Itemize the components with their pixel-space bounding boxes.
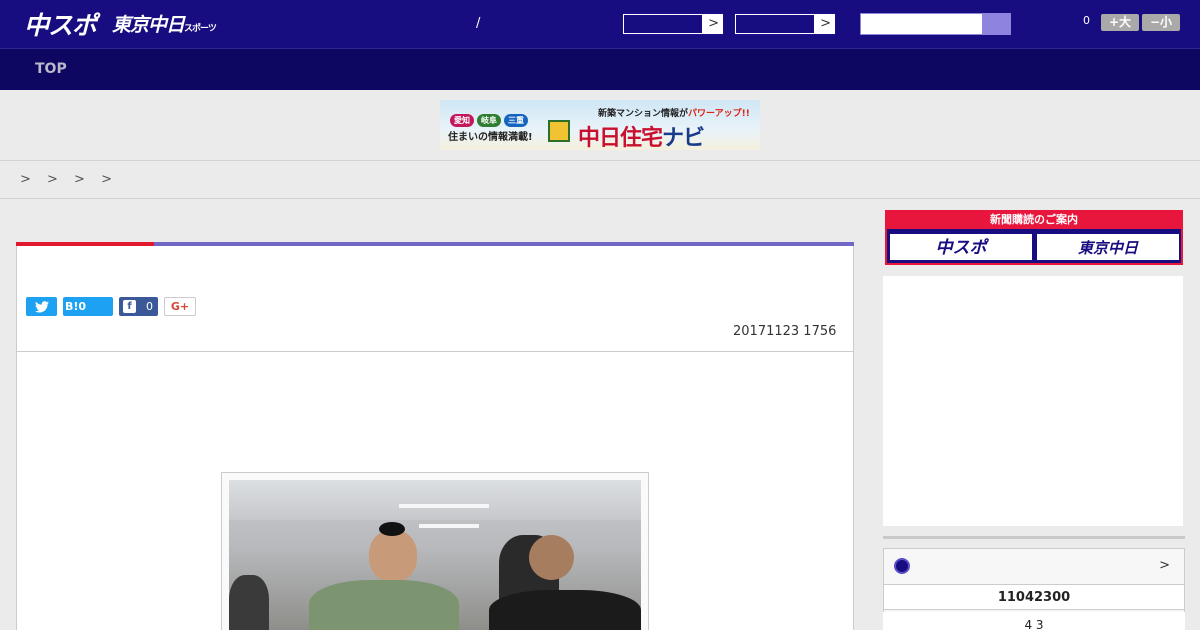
subscribe-tokyo-chunichi-button[interactable]: 東京中日 <box>1036 233 1180 261</box>
chevron-right-icon: > <box>820 16 831 31</box>
search-input[interactable] <box>860 13 1011 35</box>
article-count: 0 <box>1083 14 1090 27</box>
widget-score-row: 4 3 <box>883 612 1185 630</box>
photo-photographer-head <box>529 535 574 580</box>
category-select-1[interactable]: > <box>622 13 724 35</box>
banner-headline-emph: パワーアップ!! <box>688 109 750 119</box>
banner-brand: 中日住宅ナビ <box>578 120 705 150</box>
divider <box>883 536 1185 539</box>
chevron-right-icon: > <box>708 16 719 31</box>
banner-region-pills: 愛知 岐阜 三重 <box>450 108 531 127</box>
divider <box>16 351 854 352</box>
hatena-bookmark-button[interactable]: B!0 <box>63 297 113 316</box>
banner-tagline: 住まいの情報満載! <box>448 132 533 143</box>
photo-ceiling <box>229 480 641 520</box>
sidebar-ad-slot[interactable] <box>883 276 1183 526</box>
google-plus-share-button[interactable]: G+ <box>164 297 196 316</box>
baseball-icon <box>894 558 910 574</box>
category-select-2-field <box>735 14 815 34</box>
divider <box>0 160 1200 161</box>
photo-photographer-body <box>489 590 641 630</box>
divider <box>0 198 1200 199</box>
facebook-share-button[interactable]: f 0 <box>119 297 158 316</box>
subscribe-chuspo-button[interactable]: 中スポ <box>889 233 1033 261</box>
chuspo-logo[interactable]: 中スポ <box>24 6 97 42</box>
banner-brand-main: 中日住宅 <box>578 126 663 150</box>
article-top-bar-accent <box>16 242 154 246</box>
main-nav: TOP <box>0 48 1200 90</box>
banner-pill-aichi: 愛知 <box>450 114 474 127</box>
photo-wrestler-kimono <box>309 580 459 630</box>
tokyo-chunichi-logo-small: スポーツ <box>184 24 217 34</box>
header-separator: / <box>476 16 481 31</box>
photo-ceiling-light <box>399 504 489 508</box>
search-button[interactable] <box>982 14 1010 34</box>
house-icon <box>548 120 570 142</box>
article-date: 20171123 1756 <box>733 324 837 339</box>
article-top-bar <box>16 242 854 246</box>
widget-date-row: 11042300 <box>883 584 1185 610</box>
tokyo-chunichi-logo-text: 東京中日 <box>112 14 185 36</box>
banner-pill-mie: 三重 <box>504 114 528 127</box>
banner-headline: 新築マンション情報がパワーアップ!! <box>598 106 750 119</box>
nav-item-top[interactable]: TOP <box>35 61 67 77</box>
category-select-1-field <box>623 14 703 34</box>
facebook-icon: f <box>123 300 136 313</box>
banner-headline-prefix: 新築マンション情報が <box>598 109 689 119</box>
banner-brand-sub: ナビ <box>662 126 705 150</box>
facebook-share-count: 0 <box>146 300 153 313</box>
housing-navi-banner[interactable]: 愛知 岐阜 三重 住まいの情報満載! 新築マンション情報がパワーアップ!! 中日住宅… <box>440 100 760 150</box>
photo-ceiling-light <box>419 524 479 528</box>
subscription-header: 新聞購読のご案内 <box>885 210 1183 229</box>
font-size-larger-button[interactable]: +大 <box>1101 14 1139 31</box>
category-select-2[interactable]: > <box>734 13 836 35</box>
breadcrumb[interactable]: > > > > <box>20 172 118 187</box>
site-header: 中スポ 東京中日スポーツ / > > 0 +大 −小 <box>0 0 1200 48</box>
twitter-icon <box>34 301 49 313</box>
photo-person-left <box>229 575 269 630</box>
photo-wrestler-head <box>369 530 417 582</box>
widget-more-link[interactable]: > <box>1159 558 1170 573</box>
tokyo-chunichi-logo[interactable]: 東京中日スポーツ <box>112 10 217 37</box>
twitter-share-button[interactable] <box>26 297 57 316</box>
photo-wrestler-topknot <box>379 522 405 536</box>
banner-pill-gifu: 岐阜 <box>477 114 501 127</box>
font-size-smaller-button[interactable]: −小 <box>1142 14 1180 31</box>
article-photo[interactable] <box>229 480 641 630</box>
